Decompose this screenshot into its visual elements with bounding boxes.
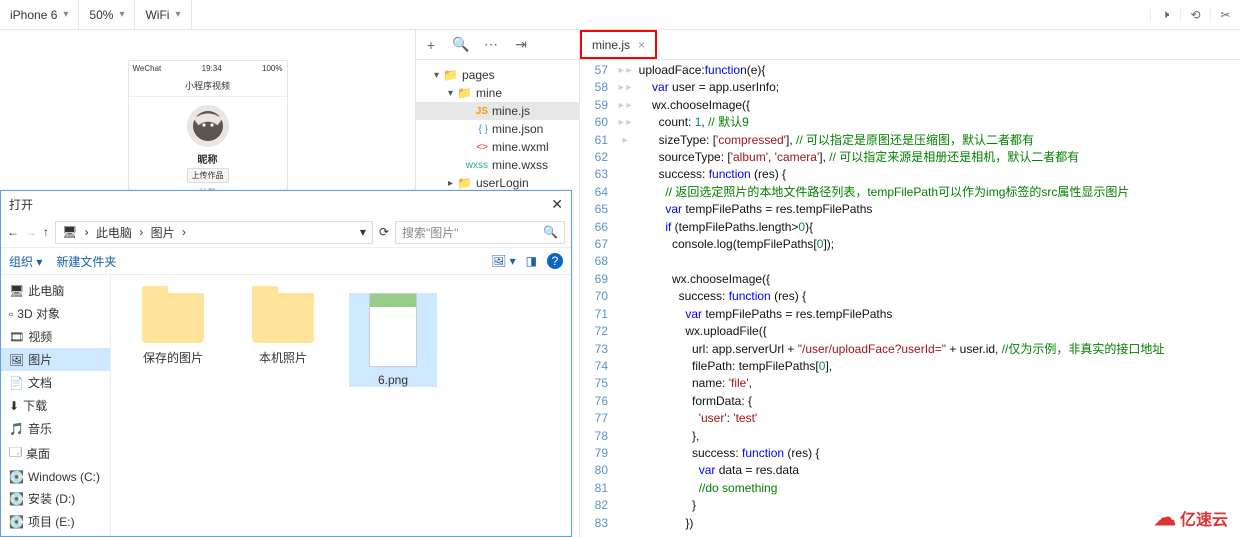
device-select[interactable]: iPhone 6▾ xyxy=(0,0,79,29)
status-carrier: WeChat xyxy=(133,64,162,73)
nickname: 昵称 xyxy=(129,151,287,166)
organize-menu[interactable]: 组织 ▾ xyxy=(9,253,42,270)
tree-file-mine-json[interactable]: { }mine.json xyxy=(416,120,579,138)
editor-tabs: mine.js × xyxy=(580,30,1240,60)
cut-icon[interactable]: ✂ xyxy=(1210,8,1240,22)
view-thumb-icon[interactable]: 🖼 ▾ xyxy=(491,254,516,268)
dialog-sidebar: 🖥此电脑▫3D 对象🎞视频🖼图片📄文档⬇下载🎵音乐🗔桌面💽Windows (C:… xyxy=(1,275,111,536)
help-icon[interactable]: ? xyxy=(547,253,563,269)
folder-icon: 💽 xyxy=(9,515,24,529)
code-editor[interactable]: 57 58 59 60 61 62 63 64 65 66 67 68 69 7… xyxy=(580,60,1240,537)
status-battery: 100% xyxy=(262,64,282,73)
file-tree: ▾📁pages ▾📁mine JSmine.js { }mine.json <>… xyxy=(416,60,579,198)
avatar[interactable] xyxy=(187,105,229,147)
tree-folder-mine[interactable]: ▾📁mine xyxy=(416,84,579,102)
folder-icon: 💽 xyxy=(9,470,24,484)
view-pane-icon[interactable]: ◨ xyxy=(526,254,537,268)
sidebar-item[interactable]: 💽安装 (D:) xyxy=(1,487,110,510)
mute-icon[interactable]: 🕨 xyxy=(1150,7,1180,22)
folder-icon: 📄 xyxy=(9,376,24,390)
add-icon[interactable]: + xyxy=(416,37,446,53)
folder-icon: 🗔 xyxy=(9,443,22,464)
code-body[interactable]: uploadFace:function(e){ var user = app.u… xyxy=(632,60,1240,537)
status-time: 19:34 xyxy=(202,64,222,73)
image-item[interactable]: 6.png xyxy=(349,293,437,387)
upload-button[interactable]: 上传作品 xyxy=(187,168,229,183)
tree-file-mine-wxml[interactable]: <>mine.wxml xyxy=(416,138,579,156)
fold-gutter: ▸ ▸ ▸ ▸ ▸ ▸ ▸ ▸ ▸ xyxy=(618,60,632,537)
sidebar-item[interactable]: 🎵音乐 xyxy=(1,417,110,440)
tab-label: mine.js xyxy=(592,38,630,52)
image-thumbnail xyxy=(369,293,417,367)
search-icon: 🔍 xyxy=(543,225,558,239)
tree-file-mine-js[interactable]: JSmine.js xyxy=(416,102,579,120)
search-input[interactable]: 搜索"图片"🔍 xyxy=(395,221,565,244)
folder-icon xyxy=(142,293,204,343)
folder-icon: 🖼 xyxy=(9,353,24,367)
nav-forward-icon[interactable]: → xyxy=(25,225,37,239)
search-icon[interactable]: 🔍 xyxy=(446,36,476,53)
folder-icon: ▫ xyxy=(9,307,13,321)
sidebar-item[interactable]: 💽Windows (C:) xyxy=(1,467,110,487)
file-open-dialog: 打开 ✕ ← → ↑ 🖥 › 此电脑 › 图片 › ▾ ⟳ 搜索"图片"🔍 组织… xyxy=(0,190,572,537)
zoom-select[interactable]: 50%▾ xyxy=(79,0,135,29)
phone-frame: WeChat 19:34 100% 小程序视频 昵称 上传作品 注册 xyxy=(128,60,288,207)
sidebar-item[interactable]: 🖥此电脑 xyxy=(1,279,110,302)
sidebar-item[interactable]: ▫3D 对象 xyxy=(1,302,110,325)
refresh-icon[interactable]: ⟳ xyxy=(379,225,389,239)
breadcrumb[interactable]: 🖥 › 此电脑 › 图片 › ▾ xyxy=(55,221,373,244)
more-icon[interactable]: ⋯ xyxy=(476,36,506,53)
chevron-down-icon: ▾ xyxy=(175,9,180,20)
watermark-logo: ☁亿速云 xyxy=(1154,505,1228,531)
folder-icon: 🖥 xyxy=(9,284,24,298)
folder-icon: 💽 xyxy=(9,492,24,506)
tree-folder-pages[interactable]: ▾📁pages xyxy=(416,66,579,84)
sidebar-item[interactable]: 📄文档 xyxy=(1,371,110,394)
network-select[interactable]: WiFi▾ xyxy=(135,0,191,29)
folder-item[interactable]: 保存的图片 xyxy=(129,293,217,366)
split-icon[interactable]: ⇥ xyxy=(506,36,536,53)
sidebar-item[interactable]: ⬇下载 xyxy=(1,394,110,417)
folder-icon: 🎞 xyxy=(9,330,24,344)
folder-icon: 🎵 xyxy=(9,422,24,436)
refresh-icon[interactable]: ⟲ xyxy=(1180,8,1210,22)
close-icon[interactable]: ✕ xyxy=(551,196,563,213)
sidebar-item[interactable]: 🎞视频 xyxy=(1,325,110,348)
page-title: 小程序视频 xyxy=(129,75,287,97)
sidebar-item[interactable]: 🖼图片 xyxy=(1,348,110,371)
sidebar-item[interactable]: 🗔桌面 xyxy=(1,440,110,467)
ide-toolbar: iPhone 6▾ 50%▾ WiFi▾ 🕨 ⟲ ✂ xyxy=(0,0,1240,30)
folder-item[interactable]: 本机照片 xyxy=(239,293,327,366)
chevron-down-icon: ▾ xyxy=(119,9,124,20)
close-icon[interactable]: × xyxy=(638,38,645,52)
nav-up-icon[interactable]: ↑ xyxy=(43,225,49,239)
folder-icon xyxy=(252,293,314,343)
new-folder-button[interactable]: 新建文件夹 xyxy=(56,253,116,270)
tree-file-mine-wxss[interactable]: wxssmine.wxss xyxy=(416,156,579,174)
nav-back-icon[interactable]: ← xyxy=(7,225,19,239)
chevron-down-icon: ▾ xyxy=(63,9,68,20)
sidebar-item[interactable]: 💽项目 (E:) xyxy=(1,510,110,533)
folder-icon: ⬇ xyxy=(9,399,19,413)
dialog-file-grid: 保存的图片本机照片 6.png xyxy=(111,275,571,536)
line-gutter: 57 58 59 60 61 62 63 64 65 66 67 68 69 7… xyxy=(580,60,618,537)
dialog-title: 打开 xyxy=(9,196,33,213)
tab-mine-js[interactable]: mine.js × xyxy=(580,30,657,59)
